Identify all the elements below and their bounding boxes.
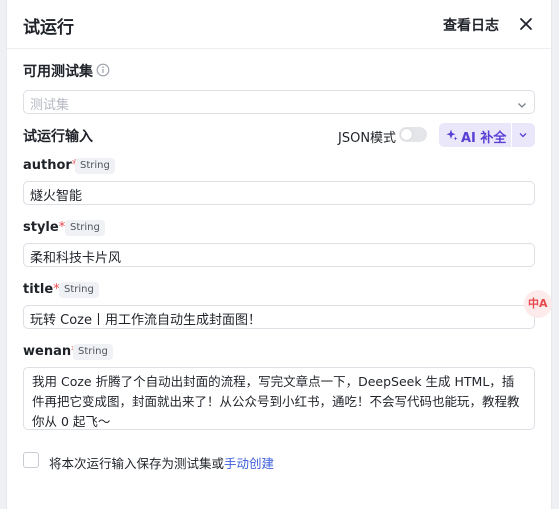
field-label-title: title*	[23, 282, 60, 297]
panel-header: 试运行 查看日志	[7, 0, 551, 49]
field-name: author	[23, 158, 72, 173]
type-badge: String	[59, 282, 99, 298]
ai-fill-button[interactable]: AI 补全	[439, 123, 511, 147]
test-run-panel: 试运行 查看日志 可用测试集 测试集 试运行输入 JSON模式 AI 补全 au…	[6, 0, 552, 509]
save-checkbox[interactable]	[23, 452, 39, 468]
translate-float-button[interactable]: 中A	[524, 290, 552, 318]
info-icon[interactable]	[96, 62, 110, 77]
field-label-style: style*	[23, 220, 65, 235]
save-text: 将本次运行输入保存为测试集或手动创建	[49, 453, 274, 472]
type-badge: String	[75, 158, 115, 174]
type-badge: String	[65, 220, 105, 236]
style-input[interactable]: 柔和科技卡片风	[23, 243, 535, 267]
json-mode-label: JSON模式	[338, 131, 397, 146]
chevron-down-icon	[516, 96, 528, 108]
chevron-down-icon	[519, 133, 527, 138]
save-label: 将本次运行输入保存为测试集或	[49, 456, 225, 471]
wenan-textarea[interactable]: 我用 Coze 折腾了个自动出封面的流程，写完文章点一下，DeepSeek 生成…	[23, 367, 535, 430]
ai-fill-group: AI 补全	[439, 123, 535, 147]
field-label-author: author*	[23, 158, 78, 173]
field-name: title	[23, 282, 54, 297]
sparkle-icon	[446, 129, 458, 141]
test-set-select[interactable]: 测试集	[23, 90, 535, 114]
view-logs-link[interactable]: 查看日志	[443, 15, 499, 35]
title-input[interactable]: 玩转 Coze丨用工作流自动生成封面图！	[23, 305, 535, 329]
json-mode-toggle[interactable]	[399, 127, 427, 142]
run-input-label: 试运行输入	[23, 129, 93, 145]
translate-icon: 中A	[528, 297, 548, 310]
field-name: wenan	[23, 344, 72, 359]
toggle-knob	[401, 129, 412, 140]
test-set-label: 可用测试集	[23, 64, 93, 80]
field-name: style	[23, 220, 59, 235]
author-input[interactable]: 燧火智能	[23, 181, 535, 205]
ai-fill-dropdown[interactable]	[512, 123, 535, 147]
type-badge: String	[73, 344, 113, 360]
panel-title: 试运行	[23, 18, 74, 38]
test-set-placeholder: 测试集	[30, 98, 70, 113]
field-label-wenan: wenan*	[23, 344, 78, 359]
ai-fill-label: AI 补全	[461, 131, 507, 146]
manual-create-link[interactable]: 手动创建	[224, 456, 274, 471]
close-icon[interactable]	[517, 15, 535, 33]
